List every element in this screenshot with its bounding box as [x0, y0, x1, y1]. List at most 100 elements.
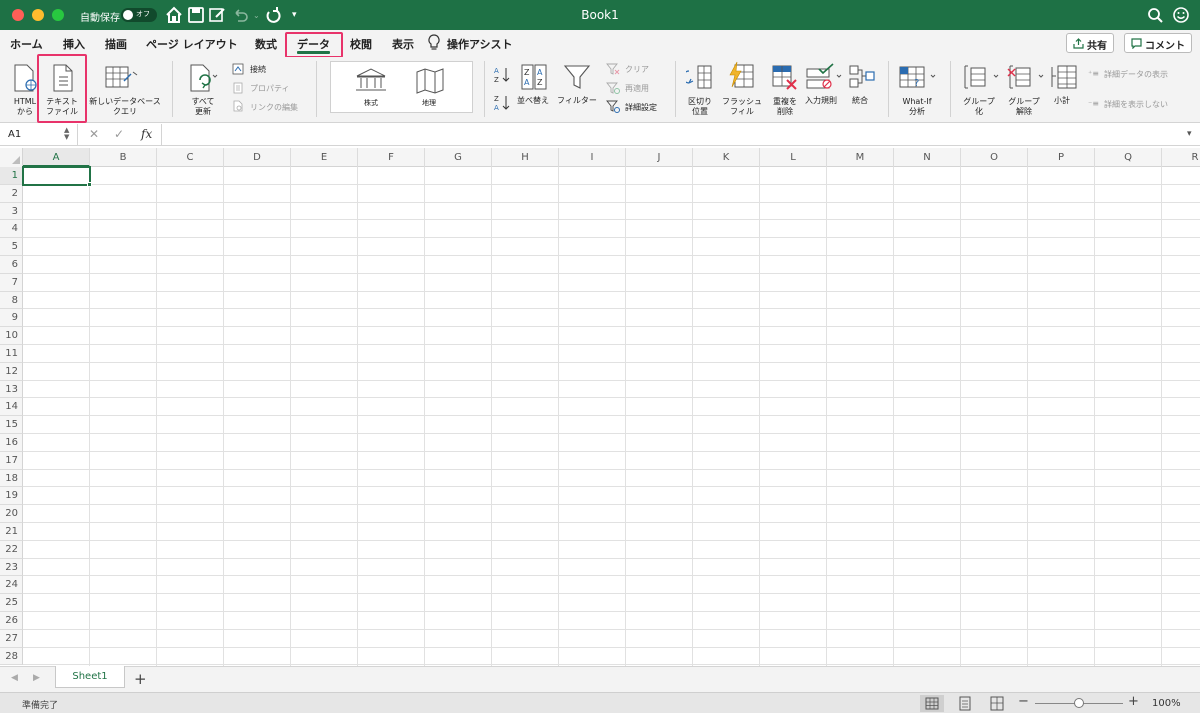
what-if-analysis-icon[interactable]: ?	[898, 63, 938, 91]
group-icon[interactable]	[962, 63, 1000, 91]
column-header-c[interactable]: C	[157, 148, 224, 167]
tab-draw[interactable]: 描画	[105, 36, 127, 52]
column-header-m[interactable]: M	[827, 148, 894, 167]
connections-icon[interactable]	[232, 63, 244, 75]
row-header-20[interactable]: 20	[0, 505, 23, 523]
column-header-j[interactable]: J	[626, 148, 693, 167]
advanced-label[interactable]: 詳細設定	[625, 102, 657, 113]
column-header-f[interactable]: F	[358, 148, 425, 167]
tab-insert[interactable]: 挿入	[63, 36, 85, 52]
tab-home[interactable]: ホーム	[10, 36, 43, 52]
row-header-13[interactable]: 13	[0, 380, 23, 399]
row-header-11[interactable]: 11	[0, 345, 23, 363]
reapply-icon[interactable]	[606, 82, 620, 94]
row-header-22[interactable]: 22	[0, 540, 23, 559]
properties-icon[interactable]	[232, 82, 244, 94]
edit-links-label[interactable]: リンクの編集	[250, 102, 298, 113]
row-header-4[interactable]: 4	[0, 220, 23, 239]
row-header-24[interactable]: 24	[0, 576, 23, 595]
column-header-g[interactable]: G	[425, 148, 492, 167]
select-all-corner[interactable]	[0, 148, 23, 167]
column-header-a[interactable]: A	[23, 148, 90, 167]
clear-filter-icon[interactable]	[606, 63, 620, 75]
column-header-h[interactable]: H	[492, 148, 559, 167]
page-break-view-icon[interactable]	[985, 695, 1009, 712]
geography-map-icon[interactable]	[415, 68, 445, 94]
row-header-8[interactable]: 8	[0, 291, 23, 310]
row-header-25[interactable]: 25	[0, 594, 23, 612]
consolidate-icon[interactable]	[848, 63, 876, 91]
column-header-q[interactable]: Q	[1095, 148, 1162, 167]
name-box-stepper-icon[interactable]: ▲ ▼	[64, 127, 69, 141]
stocks-label[interactable]: 株式	[364, 98, 378, 108]
row-header-5[interactable]: 5	[0, 238, 23, 256]
column-header-o[interactable]: O	[961, 148, 1028, 167]
column-header-b[interactable]: B	[90, 148, 157, 167]
advanced-filter-icon[interactable]	[606, 100, 620, 113]
zoom-in-icon[interactable]: +	[1128, 694, 1139, 709]
fill-handle[interactable]	[87, 182, 92, 187]
html-doc-icon[interactable]	[12, 63, 38, 93]
tab-review[interactable]: 校閲	[350, 36, 372, 52]
sort-icon[interactable]: Z A A Z	[520, 63, 548, 91]
row-header-18[interactable]: 18	[0, 469, 23, 488]
remove-duplicates-icon[interactable]	[771, 63, 799, 91]
share-button[interactable]: 共有	[1066, 33, 1114, 53]
filter-funnel-icon[interactable]	[563, 63, 591, 91]
text-to-columns-icon[interactable]	[686, 63, 714, 91]
edit-links-icon[interactable]	[232, 100, 244, 112]
database-query-icon[interactable]	[104, 63, 138, 93]
zoom-slider-thumb[interactable]	[1074, 698, 1084, 708]
column-header-n[interactable]: N	[894, 148, 961, 167]
geography-label[interactable]: 地理	[422, 98, 436, 108]
reapply-label[interactable]: 再適用	[625, 83, 649, 94]
row-header-9[interactable]: 9	[0, 309, 23, 328]
row-header-7[interactable]: 7	[0, 273, 23, 292]
expand-formula-bar-icon[interactable]: ▾	[1187, 129, 1192, 139]
zoom-level[interactable]: 100%	[1152, 698, 1181, 709]
row-header-14[interactable]: 14	[0, 398, 23, 417]
confirm-entry-icon[interactable]: ✓	[114, 127, 124, 141]
sort-descending-icon[interactable]: Z A	[493, 93, 511, 113]
data-validation-icon[interactable]	[805, 63, 843, 91]
tab-view[interactable]: 表示	[392, 36, 414, 52]
hide-detail-label[interactable]: 詳細を表示しない	[1104, 99, 1168, 110]
cancel-entry-icon[interactable]: ✕	[89, 127, 99, 141]
worksheet-grid[interactable]: ABCDEFGHIJKLMNOPQR 1 2 3 4 5 6 7 8 9 10 11 12 13 14 15…	[0, 148, 1200, 666]
flash-fill-icon[interactable]	[727, 61, 757, 91]
column-header-d[interactable]: D	[224, 148, 291, 167]
clear-label[interactable]: クリア	[625, 64, 649, 75]
row-header-17[interactable]: 17	[0, 451, 23, 470]
page-layout-view-icon[interactable]	[953, 695, 977, 712]
next-sheet-icon[interactable]: ▶	[33, 673, 40, 683]
add-sheet-icon[interactable]: +	[134, 670, 147, 688]
smiley-feedback-icon[interactable]	[1172, 5, 1190, 25]
row-header-15[interactable]: 15	[0, 416, 23, 434]
comments-button[interactable]: コメント	[1124, 33, 1192, 53]
row-header-1[interactable]: 1	[0, 167, 23, 185]
row-header-10[interactable]: 10	[0, 327, 23, 345]
name-box[interactable]: A1 ▲ ▼	[0, 124, 78, 146]
active-cell[interactable]	[22, 166, 91, 186]
column-header-k[interactable]: K	[693, 148, 760, 167]
row-header-12[interactable]: 12	[0, 362, 23, 381]
row-header-27[interactable]: 27	[0, 629, 23, 648]
tab-tell-me[interactable]: 操作アシスト	[447, 36, 513, 52]
sort-ascending-icon[interactable]: A Z	[493, 65, 511, 85]
row-header-2[interactable]: 2	[0, 184, 23, 203]
row-header-6[interactable]: 6	[0, 256, 23, 274]
search-icon[interactable]	[1146, 5, 1164, 25]
stocks-bank-icon[interactable]	[355, 68, 387, 94]
column-header-p[interactable]: P	[1028, 148, 1095, 167]
row-header-26[interactable]: 26	[0, 612, 23, 630]
insert-function-icon[interactable]: fx	[141, 127, 152, 141]
ungroup-icon[interactable]	[1007, 63, 1045, 91]
subtotal-icon[interactable]	[1050, 63, 1078, 91]
column-header-l[interactable]: L	[760, 148, 827, 167]
row-header-23[interactable]: 23	[0, 558, 23, 577]
tab-formulas[interactable]: 数式	[255, 36, 277, 52]
show-detail-label[interactable]: 詳細データの表示	[1104, 69, 1168, 80]
row-header-16[interactable]: 16	[0, 434, 23, 452]
row-header-3[interactable]: 3	[0, 202, 23, 221]
connections-label[interactable]: 接続	[250, 64, 266, 75]
